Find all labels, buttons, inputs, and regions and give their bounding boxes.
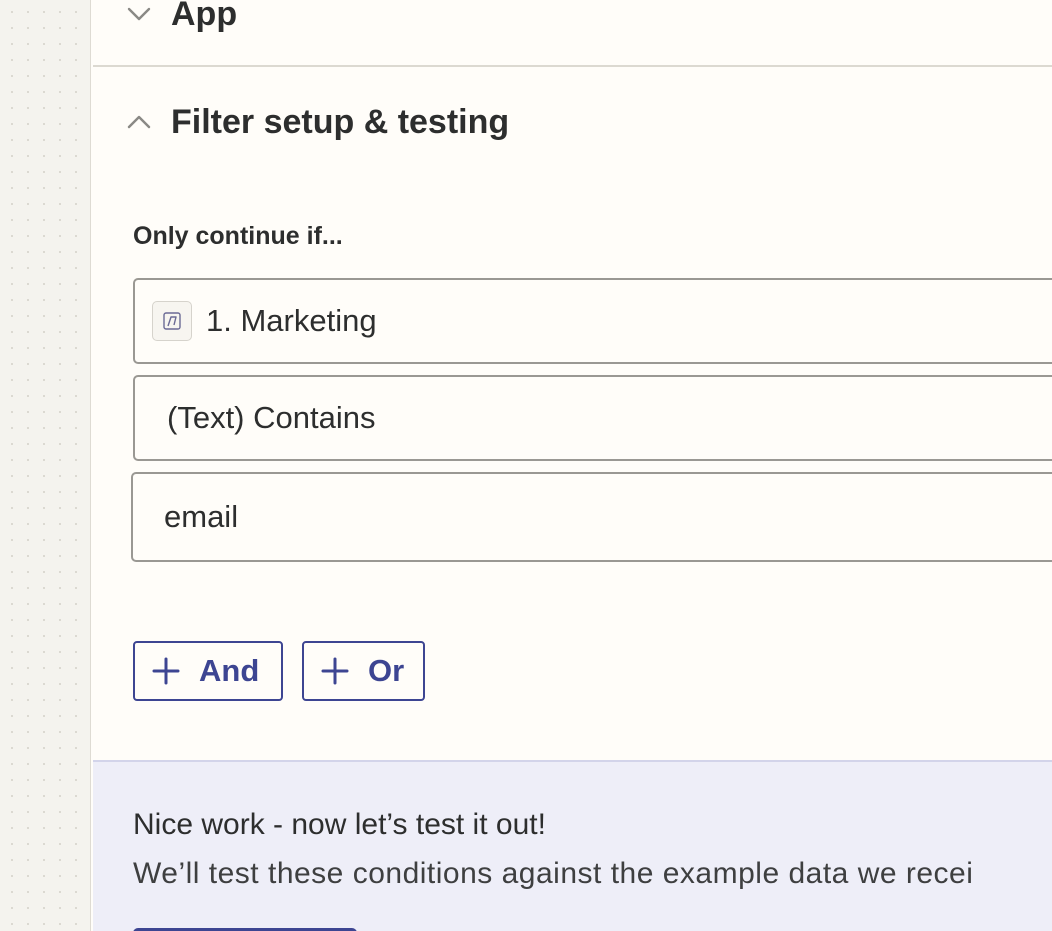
filter-field-value: 1. Marketing: [206, 303, 377, 338]
plus-icon: [318, 654, 352, 688]
test-section: Nice work - now let’s test it out! We’ll…: [93, 760, 1052, 931]
section-title-app: App: [171, 0, 238, 33]
section-header-filter[interactable]: Filter setup & testing: [91, 94, 1052, 150]
add-and-condition-button[interactable]: And: [133, 641, 283, 701]
section-divider: [93, 65, 1052, 67]
filter-operator-select[interactable]: (Text) Contains: [133, 375, 1052, 461]
filter-operator-value: (Text) Contains: [167, 400, 376, 435]
filter-field-select[interactable]: 1. Marketing: [133, 278, 1052, 364]
test-description: We’ll test these conditions against the …: [133, 857, 974, 890]
step-editor-panel: App Filter setup & testing Only continue…: [90, 0, 1052, 931]
app-logo-icon: [152, 301, 192, 341]
add-or-condition-button[interactable]: Or: [302, 641, 425, 701]
or-button-label: Or: [368, 653, 405, 688]
section-title-filter: Filter setup & testing: [171, 102, 510, 141]
filter-value-input[interactable]: email: [131, 472, 1052, 562]
test-title: Nice work - now let’s test it out!: [133, 808, 546, 841]
section-header-app[interactable]: App: [91, 0, 1052, 42]
chevron-up-icon: [121, 104, 157, 140]
filter-value-text: email: [164, 499, 239, 534]
and-button-label: And: [199, 653, 260, 688]
filter-condition-label: Only continue if...: [133, 222, 343, 250]
canvas-background: [0, 0, 90, 931]
chevron-down-icon: [121, 0, 157, 32]
plus-icon: [149, 654, 183, 688]
